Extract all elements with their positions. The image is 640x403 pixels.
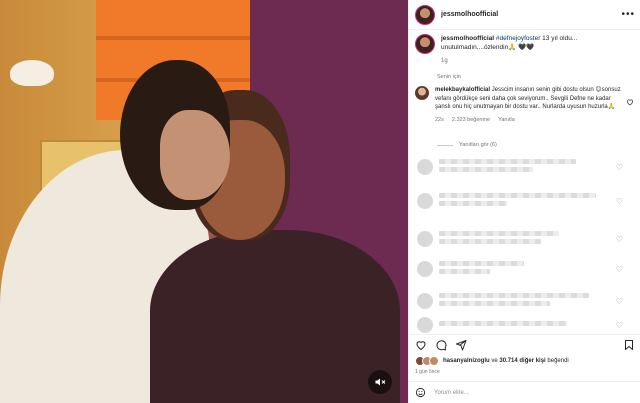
blurred-text bbox=[439, 193, 610, 209]
man-face bbox=[160, 110, 230, 200]
blurred-avatar bbox=[417, 193, 433, 209]
bookmark-icon[interactable] bbox=[623, 339, 635, 351]
heart-icon[interactable]: ♡ bbox=[616, 163, 623, 172]
heart-icon[interactable] bbox=[415, 339, 427, 351]
commenter-avatar[interactable] bbox=[415, 86, 429, 100]
more-icon[interactable]: ••• bbox=[621, 9, 635, 20]
heart-icon[interactable] bbox=[626, 98, 634, 106]
blurred-comment: ♡ bbox=[417, 258, 623, 280]
posted-time: 1 gün önce bbox=[415, 369, 440, 375]
caption-avatar[interactable] bbox=[415, 34, 435, 54]
heart-icon[interactable]: ♡ bbox=[616, 297, 623, 306]
heart-icon[interactable]: ♡ bbox=[616, 265, 623, 274]
add-comment-bar: Yorum ekle... bbox=[409, 381, 640, 403]
blurred-comment: ♡ bbox=[417, 156, 623, 178]
caption-username[interactable]: jessmolhoofficial bbox=[441, 35, 494, 42]
blurred-avatar bbox=[417, 231, 433, 247]
blurred-avatar bbox=[417, 317, 433, 333]
heart-icon[interactable]: ♡ bbox=[616, 235, 623, 244]
likes-count[interactable]: 30.714 diğer kişi bbox=[499, 358, 545, 364]
blurred-avatar bbox=[417, 261, 433, 277]
blurred-comment: ♡ bbox=[417, 228, 623, 250]
emoji-icon[interactable] bbox=[415, 387, 426, 398]
view-replies[interactable]: Yanıtları gör (6) bbox=[437, 142, 497, 148]
liker-avatars bbox=[415, 356, 439, 366]
blurred-avatar bbox=[417, 293, 433, 309]
blurred-comment: ♡ bbox=[417, 290, 623, 312]
blurred-comment: ♡ bbox=[417, 190, 623, 212]
commenter-username[interactable]: melekbaykalofficial bbox=[435, 87, 490, 93]
liked-suffix: beğendi bbox=[545, 358, 569, 364]
reply-link[interactable]: Yanıtla bbox=[498, 116, 515, 125]
comment-input[interactable]: Yorum ekle... bbox=[434, 390, 469, 396]
blurred-text bbox=[439, 261, 610, 277]
comment-icon[interactable] bbox=[435, 339, 447, 351]
blurred-text bbox=[439, 293, 610, 309]
caption-body: jessmolhoofficial #defnejoyfoster 13 yıl… bbox=[441, 34, 637, 66]
top-comment: melekbaykalofficial Jesscim insanın seni… bbox=[415, 86, 637, 124]
comment-meta: 22s 2.323 beğenme Yanıtla bbox=[435, 116, 625, 125]
action-bar bbox=[409, 334, 640, 354]
woman-figure bbox=[150, 230, 400, 403]
comment-likes[interactable]: 2.323 beğenme bbox=[452, 116, 490, 125]
blurred-text bbox=[439, 159, 610, 175]
speaker-muted-icon bbox=[374, 376, 386, 388]
mute-button[interactable] bbox=[368, 370, 392, 394]
caption-hashtag[interactable]: #defnejoyfoster bbox=[496, 35, 540, 42]
blurred-text bbox=[439, 231, 610, 247]
post-video[interactable] bbox=[0, 0, 408, 403]
post-header: jessmolhoofficial ••• bbox=[409, 0, 640, 30]
replies-divider bbox=[437, 144, 453, 146]
post-details-panel: jessmolhoofficial ••• jessmolhoofficial … bbox=[408, 0, 640, 403]
replies-label[interactable]: Yanıtları gör (6) bbox=[459, 142, 497, 148]
heart-icon[interactable]: ♡ bbox=[616, 321, 623, 330]
blurred-avatar bbox=[417, 159, 433, 175]
share-icon[interactable] bbox=[455, 339, 467, 351]
post-caption: jessmolhoofficial #defnejoyfoster 13 yıl… bbox=[415, 34, 637, 66]
liked-by: hasanyalnizoglu ve 30.714 diğer kişi beğ… bbox=[415, 356, 569, 366]
section-label[interactable]: Senin için bbox=[437, 74, 461, 80]
comment-body: melekbaykalofficial Jesscim insanın seni… bbox=[435, 86, 625, 124]
author-avatar[interactable] bbox=[415, 4, 435, 25]
liker-username[interactable]: hasanyalnizoglu bbox=[443, 358, 490, 364]
liked-connector: ve bbox=[489, 358, 500, 364]
caption-time: 1g bbox=[441, 58, 448, 64]
shelf-board bbox=[96, 36, 256, 40]
blurred-text bbox=[439, 321, 610, 329]
heart-icon[interactable]: ♡ bbox=[616, 197, 623, 206]
teapot bbox=[10, 60, 54, 86]
blurred-comment: ♡ bbox=[417, 314, 623, 336]
author-username[interactable]: jessmolhoofficial bbox=[441, 11, 498, 18]
comment-time: 22s bbox=[435, 116, 444, 123]
